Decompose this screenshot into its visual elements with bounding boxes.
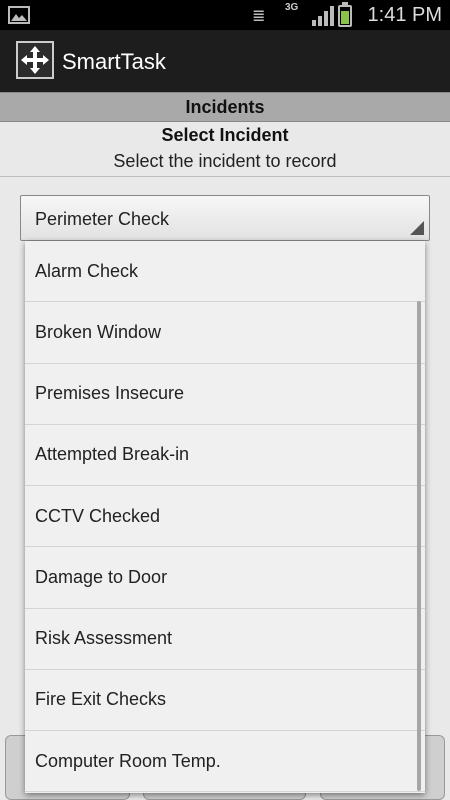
option-broken-window[interactable]: Broken Window xyxy=(25,302,425,364)
divider xyxy=(0,176,450,177)
incident-select-value: Perimeter Check xyxy=(35,209,170,229)
option-attempted-break-in[interactable]: Attempted Break-in xyxy=(25,425,425,486)
smarttask-logo-icon[interactable] xyxy=(16,41,54,79)
gallery-icon xyxy=(8,6,30,24)
option-alarm-check[interactable]: Alarm Check xyxy=(25,241,425,303)
app-title: SmartTask xyxy=(62,49,166,74)
signal-icon xyxy=(312,6,334,26)
section-title: Incidents xyxy=(0,92,450,122)
prompt-heading: Select Incident xyxy=(161,125,289,145)
status-bar: ≣ 3G 1:41 PM xyxy=(0,0,450,30)
clock: 1:41 PM xyxy=(367,4,442,26)
mute-icon: ≣ xyxy=(252,8,266,25)
prompt: Select Incident Select the incident to r… xyxy=(0,122,450,172)
battery-icon xyxy=(338,2,352,27)
dropdown-scrollbar[interactable] xyxy=(417,301,421,791)
option-premises-insecure[interactable]: Premises Insecure xyxy=(25,364,425,425)
option-fire-exit-checks[interactable]: Fire Exit Checks xyxy=(25,670,425,731)
incident-dropdown-list[interactable]: Alarm Check Broken Window Premises Insec… xyxy=(25,241,425,793)
network-type: 3G xyxy=(285,2,299,13)
incident-select[interactable]: Perimeter Check xyxy=(20,195,430,241)
prompt-description: Select the incident to record xyxy=(113,151,337,171)
option-risk-assessment[interactable]: Risk Assessment xyxy=(25,609,425,670)
option-computer-room-temp[interactable]: Computer Room Temp. xyxy=(25,731,425,793)
option-cctv-checked[interactable]: CCTV Checked xyxy=(25,486,425,548)
option-damage-to-door[interactable]: Damage to Door xyxy=(25,547,425,609)
action-bar: SmartTask xyxy=(0,30,450,92)
dropdown-arrow-icon xyxy=(410,221,424,235)
